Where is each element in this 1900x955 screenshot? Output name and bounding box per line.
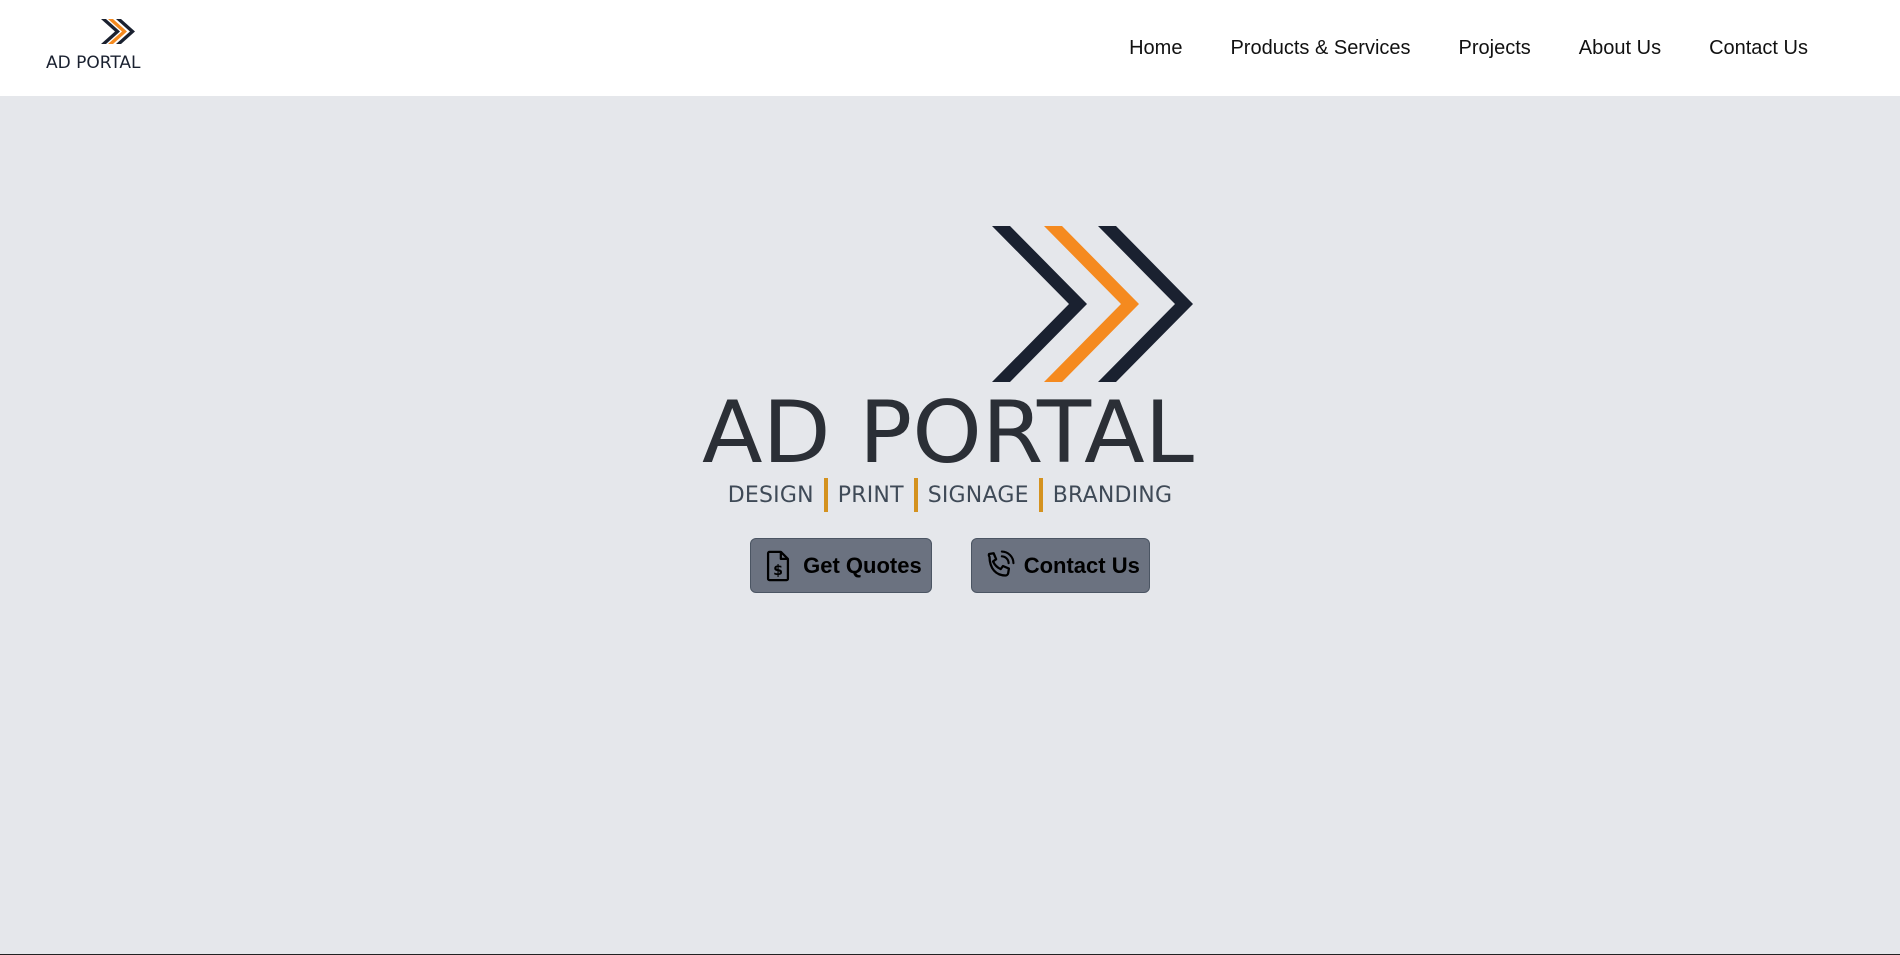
get-quotes-label: Get Quotes (803, 552, 922, 578)
tagline-print: PRINT (837, 482, 904, 508)
main-navigation: Home Products & Services Projects About … (1081, 0, 1808, 96)
nav-home[interactable]: Home (1129, 37, 1182, 60)
hero-section: AD PORTAL DESIGN PRINT SIGNAGE BRANDING … (0, 96, 1900, 955)
tagline-divider (823, 478, 828, 512)
nav-projects[interactable]: Projects (1459, 37, 1531, 60)
site-logo[interactable]: AD PORTAL (44, 16, 144, 72)
nav-about-us[interactable]: About Us (1579, 37, 1661, 60)
tagline-divider (1038, 478, 1043, 512)
contact-us-label: Contact Us (1023, 552, 1140, 578)
hero-actions: $ Get Quotes Contact Us (0, 538, 1900, 593)
phone-icon (987, 549, 1015, 577)
nav-contact-us[interactable]: Contact Us (1709, 37, 1808, 60)
logo-chevrons (992, 226, 1193, 382)
nav-products-services[interactable]: Products & Services (1230, 37, 1410, 60)
svg-text:AD PORTAL: AD PORTAL (46, 53, 141, 72)
tagline-design: DESIGN (727, 482, 814, 508)
quote-document-icon: $ (767, 550, 790, 581)
logo-wordmark: AD PORTAL (702, 383, 1194, 483)
tagline-branding: BRANDING (1052, 482, 1173, 508)
tagline: DESIGN PRINT SIGNAGE BRANDING (0, 478, 1900, 512)
tagline-divider (913, 478, 918, 512)
get-quotes-button[interactable]: $ Get Quotes (750, 538, 932, 593)
site-header: AD PORTAL Home Products & Services Proje… (0, 0, 1900, 96)
svg-text:$: $ (773, 563, 783, 579)
contact-us-button[interactable]: Contact Us (970, 538, 1150, 593)
tagline-signage: SIGNAGE (927, 482, 1029, 508)
